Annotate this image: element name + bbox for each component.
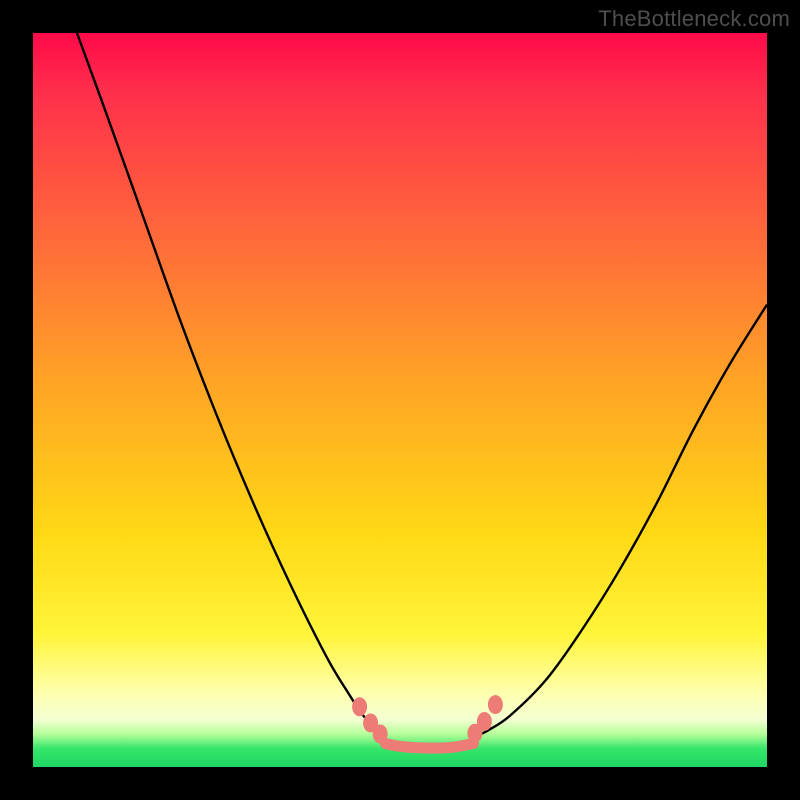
watermark-text: TheBottleneck.com (598, 6, 790, 32)
valley-marker (373, 725, 388, 744)
valley-marker (488, 695, 503, 714)
chart-svg (33, 33, 767, 767)
valley-marker (477, 712, 492, 731)
curve-left (77, 33, 385, 738)
valley-markers (352, 695, 503, 743)
chart-frame: TheBottleneck.com (0, 0, 800, 800)
plot-area (33, 33, 767, 767)
valley-marker (352, 697, 367, 716)
curve-right (473, 305, 767, 738)
valley-floor (385, 744, 473, 749)
